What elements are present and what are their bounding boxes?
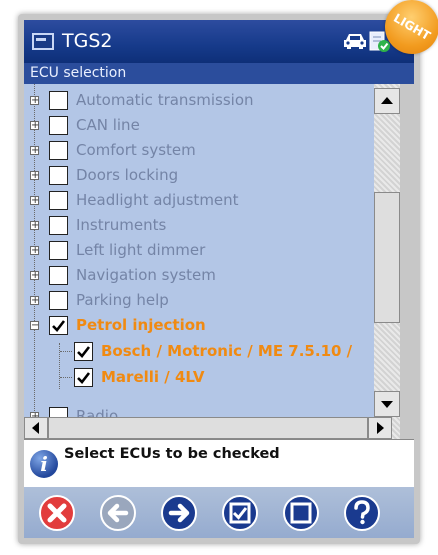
checkmark-icon: [52, 320, 66, 332]
scroll-thumb[interactable]: [48, 417, 368, 439]
collapse-icon[interactable]: −: [30, 321, 39, 331]
tree-item-label: Instruments: [76, 216, 167, 234]
tree-item-label: Headlight adjustment: [76, 191, 239, 209]
app-window: TGS2 ECU selection + Automatic transmiss…: [18, 14, 420, 544]
tree-item-label: Parking help: [76, 291, 169, 309]
checkbox[interactable]: [49, 141, 68, 160]
checkbox[interactable]: [49, 166, 68, 185]
checkbox-checked[interactable]: [74, 368, 93, 387]
scroll-right-button[interactable]: [368, 417, 392, 439]
tree-item-label: Comfort system: [76, 141, 196, 159]
tree-item-label: Petrol injection: [76, 316, 206, 334]
tree-item-label: Navigation system: [76, 266, 216, 284]
tree-item-marelli[interactable]: Marelli / 4LV: [24, 365, 374, 390]
app-icon: [32, 33, 54, 50]
vertical-scrollbar[interactable]: [374, 84, 400, 417]
info-icon: i: [30, 450, 58, 478]
expand-icon[interactable]: +: [30, 146, 39, 156]
checkbox[interactable]: [49, 241, 68, 260]
tree-item-label: Doors locking: [76, 166, 179, 184]
car-icon: [344, 34, 366, 49]
checkbox[interactable]: [49, 91, 68, 110]
tree-item-label: Bosch / Motronic / ME 7.5.10 /: [101, 342, 353, 360]
back-icon[interactable]: [99, 494, 137, 532]
tree-item-instruments[interactable]: + Instruments: [24, 213, 374, 238]
arrow-right-icon: [377, 422, 384, 434]
tree-item-parking-help[interactable]: + Parking help: [24, 288, 374, 313]
tree-item-label: CAN line: [76, 116, 140, 134]
tree-item-can-line[interactable]: + CAN line: [24, 113, 374, 138]
tree-item-bosch-motronic[interactable]: Bosch / Motronic / ME 7.5.10 /: [24, 339, 374, 364]
arrow-down-icon: [381, 401, 393, 408]
tree-item-label: Left light dimmer: [76, 241, 206, 259]
expand-icon[interactable]: +: [30, 296, 39, 306]
tree-item-doors-locking[interactable]: + Doors locking: [24, 163, 374, 188]
expand-icon[interactable]: +: [30, 96, 39, 106]
checkbox[interactable]: [49, 216, 68, 235]
tree-item-label: Marelli / 4LV: [101, 368, 205, 386]
scroll-thumb[interactable]: [374, 192, 400, 323]
check-all-icon[interactable]: [221, 494, 259, 532]
horizontal-scrollbar[interactable]: [24, 417, 400, 439]
help-icon[interactable]: [343, 494, 381, 532]
section-header: ECU selection: [24, 63, 414, 84]
expand-icon[interactable]: +: [30, 221, 39, 231]
checkbox-checked[interactable]: [49, 316, 68, 335]
tree-item-navigation-system[interactable]: + Navigation system: [24, 263, 374, 288]
scroll-left-button[interactable]: [24, 417, 48, 439]
tree-item-label: Automatic transmission: [76, 91, 254, 109]
arrow-left-icon: [32, 422, 39, 434]
expand-icon[interactable]: +: [30, 246, 39, 256]
checkbox[interactable]: [49, 191, 68, 210]
scroll-down-button[interactable]: [374, 391, 400, 417]
tree-item-label: Radio: [76, 407, 119, 417]
checkbox[interactable]: [49, 291, 68, 310]
app-title: TGS2: [62, 30, 113, 52]
forward-icon[interactable]: [160, 494, 198, 532]
info-text: Select ECUs to be checked: [64, 446, 280, 462]
cancel-icon[interactable]: [38, 494, 76, 532]
title-bar: TGS2: [24, 20, 414, 63]
uncheck-all-icon[interactable]: [282, 494, 320, 532]
expand-icon[interactable]: +: [30, 271, 39, 281]
checkbox[interactable]: [49, 116, 68, 135]
arrow-up-icon: [381, 97, 393, 104]
tree-item-comfort-system[interactable]: + Comfort system: [24, 138, 374, 163]
scrollbar-corner: [400, 417, 414, 439]
tree-guide-line: [60, 351, 72, 352]
ecu-tree: + Automatic transmission + CAN line + Co…: [24, 84, 374, 417]
checkbox[interactable]: [49, 266, 68, 285]
expand-icon[interactable]: +: [30, 121, 39, 131]
tree-item-headlight-adjustment[interactable]: + Headlight adjustment: [24, 188, 374, 213]
checkmark-icon: [77, 372, 91, 384]
tree-item-petrol-injection[interactable]: − Petrol injection: [24, 313, 374, 338]
checkmark-icon: [77, 346, 91, 358]
tree-item-left-light-dimmer[interactable]: + Left light dimmer: [24, 238, 374, 263]
scroll-up-button[interactable]: [374, 88, 400, 114]
expand-icon[interactable]: +: [30, 196, 39, 206]
tree-item-automatic-transmission[interactable]: + Automatic transmission: [24, 88, 374, 113]
tree-item-radio[interactable]: + Radio: [24, 404, 374, 417]
tree-guide-line: [60, 377, 72, 378]
checkbox-checked[interactable]: [74, 342, 93, 361]
checkbox[interactable]: [49, 407, 68, 417]
info-bar: i Select ECUs to be checked: [24, 439, 414, 488]
expand-icon[interactable]: +: [30, 171, 39, 181]
toolbar: [24, 487, 414, 538]
